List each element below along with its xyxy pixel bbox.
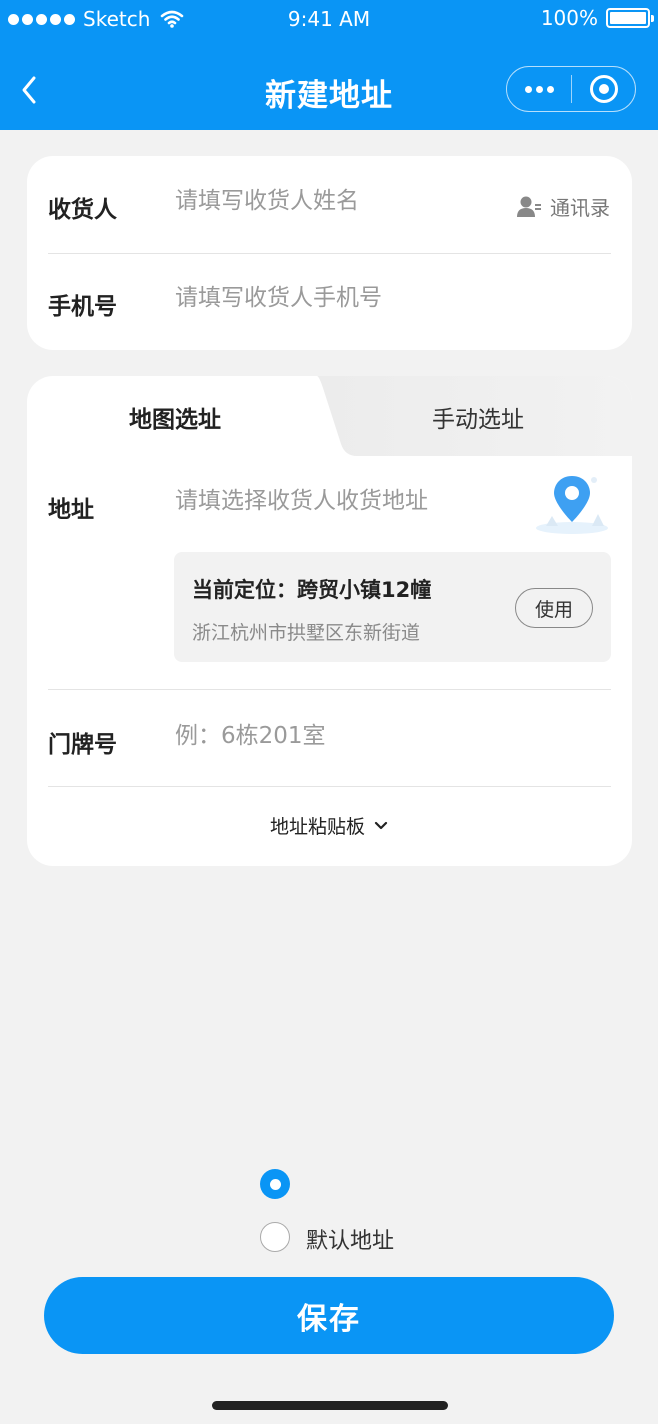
default-address-radio[interactable] — [260, 1222, 290, 1252]
map-pin-icon[interactable] — [532, 468, 612, 538]
status-bar: Sketch 9:41 AM 100% — [0, 0, 658, 38]
save-button[interactable]: 保存 — [44, 1277, 614, 1354]
receiver-input[interactable] — [175, 188, 495, 214]
chevron-down-icon — [374, 821, 388, 829]
tab-manual-select[interactable]: 手动选址 — [432, 400, 524, 434]
paste-label: 地址粘贴板 — [269, 816, 365, 838]
phone-input[interactable] — [175, 285, 495, 311]
address-card: 地图选址 手动选址 地址 当前定位：跨贸小镇12幢 浙江杭州市拱墅区东新街道 使… — [27, 376, 632, 866]
mini-program-capsule — [506, 66, 636, 112]
receiver-row: 收货人 通讯录 — [27, 156, 632, 253]
address-paste-toggle[interactable]: 地址粘贴板 — [27, 812, 632, 839]
contacts-label: 通讯录 — [550, 196, 610, 220]
radio-selected[interactable] — [260, 1169, 290, 1199]
contacts-button[interactable]: 通讯录 — [516, 192, 610, 221]
current-location-title: 当前定位：跨贸小镇12幢 — [192, 578, 432, 602]
use-location-button[interactable]: 使用 — [515, 588, 593, 628]
more-button[interactable] — [507, 67, 571, 111]
address-label: 地址 — [48, 497, 94, 523]
tab-map-select[interactable]: 地图选址 — [129, 400, 221, 434]
receiver-label: 收货人 — [48, 197, 117, 223]
more-dots-icon — [524, 85, 532, 93]
close-button[interactable] — [572, 67, 635, 111]
divider — [48, 689, 611, 690]
address-input[interactable] — [175, 488, 495, 514]
current-location-sub: 浙江杭州市拱墅区东新街道 — [192, 622, 421, 644]
tab-shape — [317, 376, 632, 456]
house-number-input[interactable] — [175, 723, 495, 749]
house-number-label: 门牌号 — [48, 732, 117, 758]
phone-row: 手机号 — [27, 254, 632, 350]
default-address-label: 默认地址 — [306, 1229, 395, 1254]
battery-percent: 100% — [540, 6, 598, 30]
address-tabs: 地图选址 手动选址 — [27, 376, 632, 456]
status-right: 100% — [540, 6, 654, 30]
target-ring-icon — [589, 75, 618, 103]
contacts-icon — [517, 196, 541, 217]
phone-label: 手机号 — [48, 294, 117, 320]
home-indicator — [212, 1401, 448, 1410]
battery-icon — [606, 8, 654, 28]
header: Sketch 9:41 AM 100% 新建地址 — [0, 0, 658, 130]
current-location-box: 当前定位：跨贸小镇12幢 浙江杭州市拱墅区东新街道 使用 — [174, 552, 611, 662]
divider — [48, 786, 611, 787]
contact-card: 收货人 通讯录 手机号 — [27, 156, 632, 350]
